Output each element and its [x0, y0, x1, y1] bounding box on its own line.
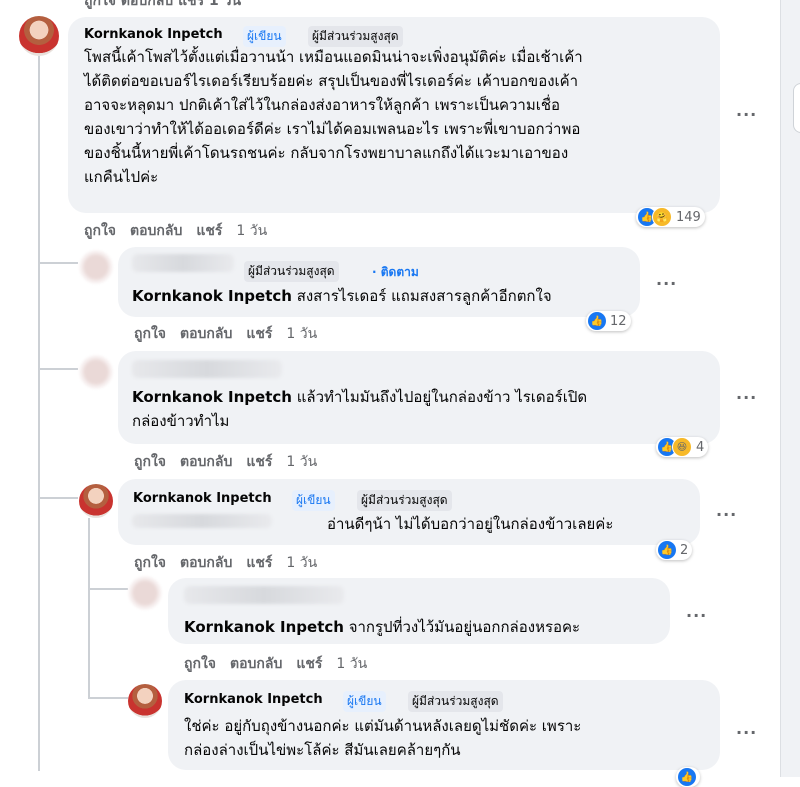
- follow-link[interactable]: · ติดตาม: [372, 263, 419, 282]
- comment-actions: ถูกใจ ตอบกลับ แชร์ 1 วัน: [134, 552, 331, 574]
- share-button[interactable]: แชร์: [296, 656, 322, 672]
- timestamp[interactable]: 1 วัน: [286, 454, 317, 470]
- like-button[interactable]: ถูกใจ: [134, 326, 166, 342]
- thread-line: [38, 56, 40, 771]
- comment-actions: ถูกใจ ตอบกลับ แชร์ 1 วัน: [134, 451, 331, 473]
- avatar[interactable]: [79, 355, 113, 389]
- like-button[interactable]: ถูกใจ: [84, 223, 116, 239]
- ellipsis-icon[interactable]: ···: [716, 505, 737, 524]
- reaction-summary[interactable]: 👍 2: [656, 540, 693, 560]
- share-button[interactable]: แชร์: [246, 326, 272, 342]
- comment-author[interactable]: Kornkanok Inpetch: [184, 692, 323, 707]
- avatar[interactable]: [128, 576, 162, 610]
- comment-author[interactable]: Kornkanok Inpetch: [84, 27, 223, 42]
- ellipsis-icon[interactable]: ···: [736, 388, 757, 407]
- thread-connector: [88, 697, 128, 699]
- top-fan-badge: ผู้มีส่วนร่วมสูงสุด: [357, 490, 452, 511]
- thread-connector: [38, 368, 78, 370]
- like-button[interactable]: ถูกใจ: [184, 656, 216, 672]
- thread-connector: [88, 588, 128, 590]
- redacted-author-name: [132, 360, 282, 378]
- like-icon: 👍: [588, 312, 606, 330]
- reply-button[interactable]: ตอบกลับ: [180, 454, 232, 470]
- redacted-mention: [132, 514, 272, 528]
- avatar[interactable]: [19, 16, 59, 56]
- previous-comment-actions: ถูกใจ ตอบกลับ แชร์ 1 วัน: [84, 0, 242, 9]
- reaction-summary-partial[interactable]: 👍: [676, 767, 700, 787]
- timestamp[interactable]: 1 วัน: [286, 555, 317, 571]
- comment-text: อ่านดีๆน้า ไม่ได้บอกว่าอยู่ในกล่องข้าวเล…: [327, 515, 614, 533]
- reply-button[interactable]: ตอบกลับ: [180, 555, 232, 571]
- panel-divider: [780, 0, 781, 777]
- reply-button[interactable]: ตอบกลับ: [130, 223, 182, 239]
- reply-button[interactable]: ตอบกลับ: [230, 656, 282, 672]
- top-fan-badge: ผู้มีส่วนร่วมสูงสุด: [308, 26, 403, 47]
- comment-actions: ถูกใจ ตอบกลับ แชร์ 1 วัน: [184, 653, 381, 675]
- ellipsis-icon[interactable]: ···: [686, 606, 707, 625]
- mention[interactable]: Kornkanok Inpetch: [132, 388, 292, 406]
- share-button[interactable]: แชร์: [246, 454, 272, 470]
- author-badge: ผู้เขียน: [243, 26, 286, 47]
- ellipsis-icon[interactable]: ···: [736, 723, 757, 742]
- comment-text: Kornkanok Inpetch สงสารไรเดอร์ แถมสงสารล…: [132, 287, 552, 305]
- thread-line: [88, 518, 90, 698]
- comment-actions: ถูกใจ ตอบกลับ แชร์ 1 วัน: [134, 323, 331, 345]
- reply-button[interactable]: ตอบกลับ: [180, 326, 232, 342]
- right-panel-edge: [780, 0, 800, 777]
- avatar[interactable]: [79, 250, 113, 284]
- care-emoji-icon: 🤗: [652, 207, 672, 227]
- avatar[interactable]: [128, 684, 162, 718]
- comment-text: ใช่ค่ะ อยู่กับถุงข้างนอกค่ะ แต่มันด้านหล…: [184, 717, 582, 759]
- comment-author[interactable]: Kornkanok Inpetch: [133, 491, 272, 506]
- ellipsis-icon[interactable]: ···: [736, 105, 757, 124]
- reaction-summary[interactable]: 👍 😆 4: [656, 437, 709, 457]
- like-button[interactable]: ถูกใจ: [134, 454, 166, 470]
- reaction-summary[interactable]: 👍 12: [586, 311, 631, 331]
- comment-text: Kornkanok Inpetch จากรูปที่วงไว้มันอยู่น…: [184, 618, 581, 636]
- mention[interactable]: Kornkanok Inpetch: [184, 618, 344, 636]
- reaction-summary[interactable]: 👍 🤗 149: [636, 207, 705, 227]
- share-button[interactable]: แชร์: [246, 555, 272, 571]
- avatar[interactable]: [79, 484, 113, 518]
- like-button[interactable]: ถูกใจ: [134, 555, 166, 571]
- like-icon: 👍: [658, 541, 676, 559]
- ellipsis-icon[interactable]: ···: [656, 274, 677, 293]
- top-fan-badge: ผู้มีส่วนร่วมสูงสุด: [408, 691, 503, 712]
- author-badge: ผู้เขียน: [343, 691, 386, 712]
- author-badge: ผู้เขียน: [292, 490, 335, 511]
- panel-tab[interactable]: [793, 83, 800, 133]
- haha-emoji-icon: 😆: [672, 437, 692, 457]
- redacted-author-name: [184, 586, 344, 604]
- share-button[interactable]: แชร์: [196, 223, 222, 239]
- thread-connector: [38, 262, 78, 264]
- like-icon: 👍: [678, 768, 696, 786]
- thread-connector: [38, 497, 78, 499]
- comment-actions: ถูกใจ ตอบกลับ แชร์ 1 วัน: [84, 220, 281, 242]
- redacted-author-name: [132, 254, 234, 272]
- comment-text: Kornkanok Inpetch แล้วทำไมมันถึงไปอยู่ใน…: [132, 388, 588, 430]
- timestamp[interactable]: 1 วัน: [286, 326, 317, 342]
- timestamp[interactable]: 1 วัน: [236, 223, 267, 239]
- top-fan-badge: ผู้มีส่วนร่วมสูงสุด: [244, 261, 339, 282]
- timestamp[interactable]: 1 วัน: [336, 656, 367, 672]
- mention[interactable]: Kornkanok Inpetch: [132, 287, 292, 305]
- comment-text: โพสนี้เค้าโพสไว้ตั้งแต่เมื่อวานน้า เหมือ…: [84, 48, 583, 186]
